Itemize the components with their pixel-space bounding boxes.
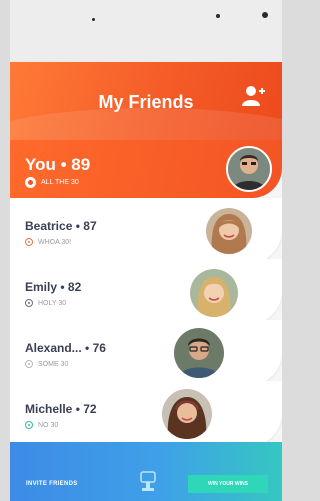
friend-name: Alexand... (25, 341, 82, 355)
app-screen: My Friends You • 89 ALL THE 30 Beatrice … (10, 62, 282, 501)
trophy-icon[interactable] (138, 470, 158, 496)
avatar[interactable] (204, 206, 254, 256)
separator: • (60, 155, 72, 174)
friend-score: 82 (67, 280, 82, 294)
friend-score: 72 (83, 402, 97, 416)
friend-name-score: Emily • 82 (25, 280, 81, 294)
bottom-action-bar: INVITE FRIENDS WIN YOUR WINS (10, 442, 282, 501)
avatar[interactable] (188, 267, 240, 319)
status-text: HOLY 30 (38, 299, 67, 307)
status-badge-icon (25, 299, 33, 307)
list-item[interactable]: Beatrice • 87 WHOA 30! (10, 198, 282, 264)
invite-friends-button[interactable]: INVITE FRIENDS (26, 481, 78, 487)
person-avatar-icon (228, 148, 270, 190)
sensor-dot (216, 14, 220, 18)
friend-status: NO 30 (25, 421, 58, 429)
friend-status: WHOA 30! (25, 238, 71, 246)
list-item-you[interactable]: You • 89 ALL THE 30 (10, 140, 282, 198)
status-text: NO 30 (38, 421, 59, 429)
list-item[interactable]: Emily • 82 HOLY 30 (10, 259, 282, 325)
camera-dot (262, 12, 268, 18)
friend-status: HOLY 30 (25, 299, 66, 307)
status-text: WHOA 30! (38, 238, 72, 246)
avatar[interactable] (160, 387, 214, 441)
list-item[interactable]: Alexand... • 76 SOME 30 (10, 320, 282, 386)
avatar[interactable] (172, 326, 226, 380)
friend-name: Beatrice (25, 219, 73, 233)
list-item[interactable]: Michelle • 72 NO 30 (10, 381, 282, 447)
status-badge-icon (25, 360, 33, 368)
friend-name-score: You • 89 (25, 155, 90, 175)
friend-score: 87 (83, 219, 97, 233)
status-text: SOME 30 (38, 360, 69, 368)
friend-name: Emily (25, 280, 58, 294)
person-avatar-icon (190, 269, 238, 317)
person-avatar-icon (206, 208, 252, 254)
friend-name: You (25, 155, 56, 174)
friend-name-score: Michelle • 72 (25, 402, 97, 416)
device-top-bezel (10, 0, 282, 70)
friend-name-score: Beatrice • 87 (25, 219, 97, 233)
friend-score: 89 (71, 155, 91, 174)
avatar[interactable] (226, 146, 272, 192)
status-badge-icon (25, 177, 36, 188)
header: My Friends (10, 62, 282, 140)
win-button[interactable]: WIN YOUR WINS (188, 475, 268, 493)
friend-status: ALL THE 30 (25, 177, 79, 188)
add-person-icon (242, 86, 265, 106)
person-avatar-icon (162, 389, 212, 439)
add-friend-button[interactable] (242, 85, 266, 107)
separator: • (60, 280, 68, 294)
status-badge-icon (25, 421, 33, 429)
person-avatar-icon (174, 328, 224, 378)
friend-name: Michelle (25, 402, 73, 416)
status-text: ALL THE 30 (41, 179, 79, 186)
status-badge-icon (25, 238, 33, 246)
friend-score: 76 (92, 341, 106, 355)
separator: • (85, 341, 93, 355)
friend-status: SOME 30 (25, 360, 68, 368)
sensor-dot (92, 18, 95, 21)
friend-name-score: Alexand... • 76 (25, 341, 106, 355)
